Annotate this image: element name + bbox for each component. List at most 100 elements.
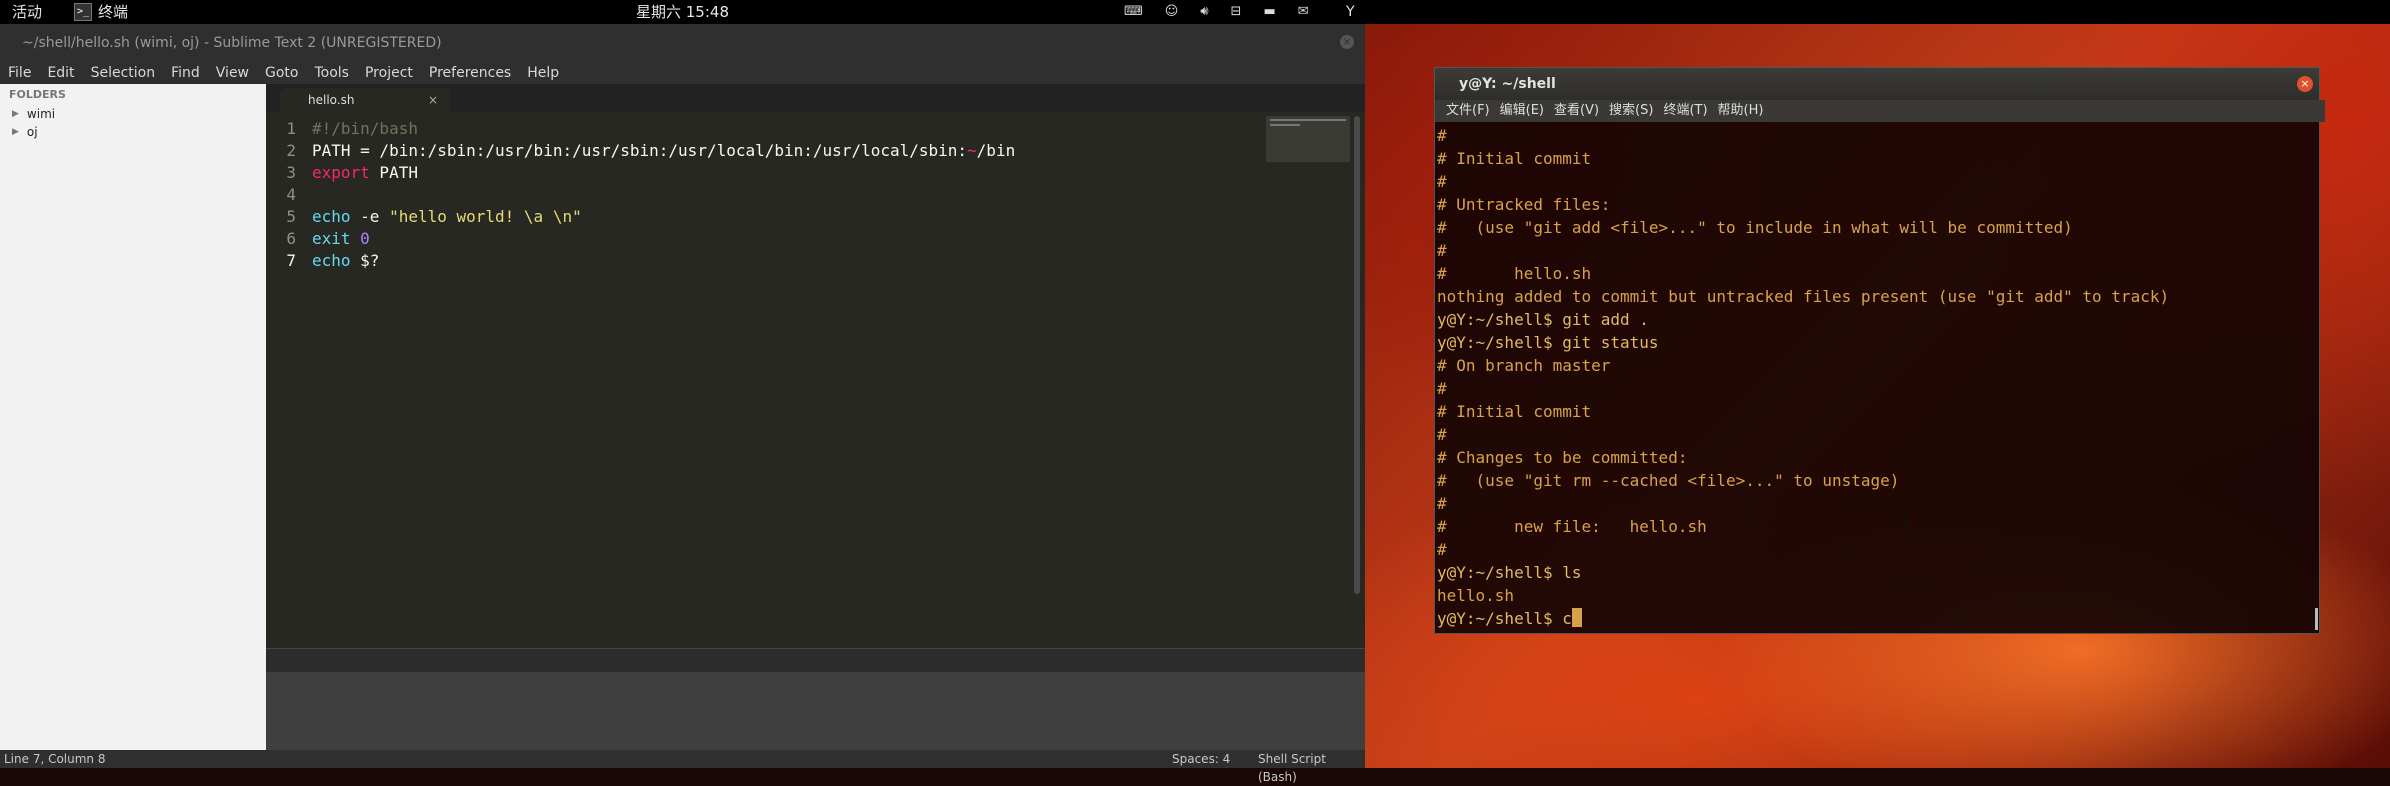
triangle-right-icon[interactable]: ▶ — [12, 127, 19, 137]
code-token: -e — [350, 207, 390, 226]
code-line[interactable]: 4 — [266, 184, 1015, 206]
keyboard-icon[interactable]: ⌨ — [1124, 0, 1143, 24]
close-icon[interactable]: × — [2297, 76, 2313, 92]
indentation-setting[interactable]: Spaces: 4 — [1172, 750, 1230, 768]
terminal-cursor — [1571, 608, 1582, 627]
terminal-line: # — [1437, 540, 1447, 559]
code-area[interactable]: 1 #!/bin/bash 2 PATH = /bin:/sbin:/usr/bin:… — [266, 118, 1015, 272]
code-line[interactable]: 2 PATH = /bin:/sbin:/usr/bin:/usr/sbin:/u… — [266, 140, 1015, 162]
terminal-menu-item[interactable]: 编辑(E) — [1495, 100, 1549, 122]
menu-item-find[interactable]: Find — [163, 62, 208, 84]
terminal-line: # Changes to be committed: — [1437, 448, 1688, 467]
code-token: /bin — [976, 141, 1016, 160]
tab-close-icon[interactable]: × — [428, 88, 438, 112]
clock[interactable]: 星期六 15:48 — [636, 0, 729, 24]
terminal-menu-item[interactable]: 搜索(S) — [1604, 100, 1658, 122]
terminal-window: y@Y: ~/shell × 文件(F) 编辑(E) 查看(V) 搜索(S) 终端(T)… — [1434, 67, 2325, 634]
code-token: ~ — [967, 141, 977, 160]
menu-item-goto[interactable]: Goto — [257, 62, 306, 84]
line-number: 5 — [286, 207, 296, 226]
top-bar: 活动 >_ 终端 星期六 15:48 ⌨ ☺ 🔊︎ ⊟ ▬ ✉ Y — [0, 0, 2390, 24]
terminal-scrollbar[interactable] — [2315, 608, 2318, 630]
sidebar-folder-wimi[interactable]: ▶ wimi — [0, 105, 266, 123]
menu-item-tools[interactable]: Tools — [306, 62, 357, 84]
terminal-menu-item[interactable]: 文件(F) — [1441, 100, 1495, 122]
code-token: exit — [312, 229, 351, 248]
terminal-line: # (use "git rm --cached <file>..." to un… — [1437, 471, 1900, 490]
close-icon[interactable]: × — [1340, 35, 1354, 49]
terminal-line: # Initial commit — [1437, 149, 1592, 168]
line-text: PATH = /bin:/sbin:/usr/bin:/usr/sbin:/us… — [296, 140, 1015, 162]
system-tray: ⌨ ☺ 🔊︎ ⊟ ▬ ✉ — [1124, 0, 1309, 24]
code-token: $? — [350, 251, 380, 270]
network-icon[interactable]: ⊟ — [1231, 0, 1242, 24]
prompt-text: y@Y:~/shell$ c — [1437, 609, 1572, 628]
text-cursor-icon: I — [1900, 512, 1910, 531]
code-line[interactable]: 7 echo $? — [266, 250, 1015, 272]
sidebar-folder-oj[interactable]: ▶ oj — [0, 123, 266, 141]
code-token: echo — [312, 251, 351, 270]
line-text: echo -e "hello world! \a \n" — [296, 206, 582, 228]
line-text: #!/bin/bash — [296, 118, 418, 140]
menu-item-project[interactable]: Project — [357, 62, 421, 84]
menu-item-file[interactable]: File — [0, 62, 39, 84]
minimap[interactable] — [1266, 116, 1350, 162]
terminal-output[interactable]: # # Initial commit # # Untracked files: # (u… — [1437, 124, 2313, 629]
code-line[interactable]: 3 export PATH — [266, 162, 1015, 184]
line-number: 6 — [286, 229, 296, 248]
terminal-menu-item[interactable]: 查看(V) — [1549, 100, 1604, 122]
tab-hello-sh[interactable]: hello.sh × — [280, 88, 450, 112]
terminal-line: # hello.sh — [1437, 264, 1592, 283]
editor-pane[interactable]: hello.sh × 1 #!/bin/bash 2 PATH = /bin:/sbi… — [266, 84, 1365, 648]
app-name: 终端 — [98, 3, 129, 21]
code-token: PATH = /bin:/sbin:/usr/bin:/usr/sbin:/us… — [312, 141, 968, 160]
app-menu[interactable]: >_ 终端 — [74, 0, 128, 24]
cursor-position: Line 7, Column 8 — [4, 752, 106, 766]
terminal-titlebar[interactable]: y@Y: ~/shell × — [1435, 68, 2319, 100]
terminal-line: # Initial commit — [1437, 402, 1592, 421]
terminal-title: y@Y: ~/shell — [1459, 76, 1556, 92]
menu-item-selection[interactable]: Selection — [83, 62, 164, 84]
terminal-menu-item[interactable]: 终端(T) — [1658, 100, 1712, 122]
code-token: #!/bin/bash — [312, 119, 418, 138]
folder-label: oj — [26, 125, 38, 139]
line-number: 2 — [286, 141, 296, 160]
terminal-menu-item[interactable]: 帮助(H) — [1713, 100, 1769, 122]
terminal-line: # — [1437, 379, 1447, 398]
menu-item-view[interactable]: View — [208, 62, 257, 84]
user-name[interactable]: Y — [1346, 0, 1355, 24]
terminal-line: # new file: hello.sh — [1437, 517, 1707, 536]
terminal-line: # — [1437, 126, 1447, 145]
terminal-menu-bar: 文件(F) 编辑(E) 查看(V) 搜索(S) 终端(T) 帮助(H) — [1435, 100, 2325, 122]
triangle-right-icon[interactable]: ▶ — [12, 109, 19, 119]
menu-item-preferences[interactable]: Preferences — [421, 62, 519, 84]
battery-icon[interactable]: ▬ — [1263, 0, 1275, 24]
sublime-window: ~/shell/hello.sh (wimi, oj) - Sublime Te… — [0, 24, 1365, 784]
activities-button[interactable]: 活动 — [12, 0, 42, 24]
terminal-input-line[interactable]: y@Y:~/shell$ c — [1437, 607, 2313, 629]
volume-icon[interactable]: 🔊︎ — [1200, 0, 1208, 24]
code-line[interactable]: 6 exit 0 — [266, 228, 1015, 250]
output-panel — [266, 648, 1365, 673]
accessibility-icon[interactable]: ☺ — [1165, 0, 1179, 24]
line-text: exit 0 — [296, 228, 370, 250]
line-number: 1 — [286, 119, 296, 138]
terminal-line: # — [1437, 241, 1447, 260]
syntax-selector[interactable]: Shell Script (Bash) — [1258, 750, 1365, 786]
tab-label: hello.sh — [308, 93, 355, 107]
code-line[interactable]: 1 #!/bin/bash — [266, 118, 1015, 140]
menu-bar: File Edit Selection Find View Goto Tools Projec… — [0, 62, 1365, 84]
tab-bar: hello.sh × — [266, 84, 1365, 112]
sublime-titlebar[interactable]: ~/shell/hello.sh (wimi, oj) - Sublime Te… — [0, 24, 1365, 62]
empty-area — [266, 672, 1365, 750]
terminal-line: y@Y:~/shell$ git status — [1437, 333, 1659, 352]
code-line[interactable]: 5 echo -e "hello world! \a \n" — [266, 206, 1015, 228]
menu-item-help[interactable]: Help — [519, 62, 567, 84]
menu-item-edit[interactable]: Edit — [39, 62, 82, 84]
user-icon[interactable]: ✉ — [1298, 0, 1309, 24]
code-token: export — [312, 163, 370, 182]
terminal-line: y@Y:~/shell$ ls — [1437, 563, 1582, 582]
terminal-line: # — [1437, 494, 1447, 513]
vertical-scrollbar[interactable] — [1354, 116, 1360, 594]
